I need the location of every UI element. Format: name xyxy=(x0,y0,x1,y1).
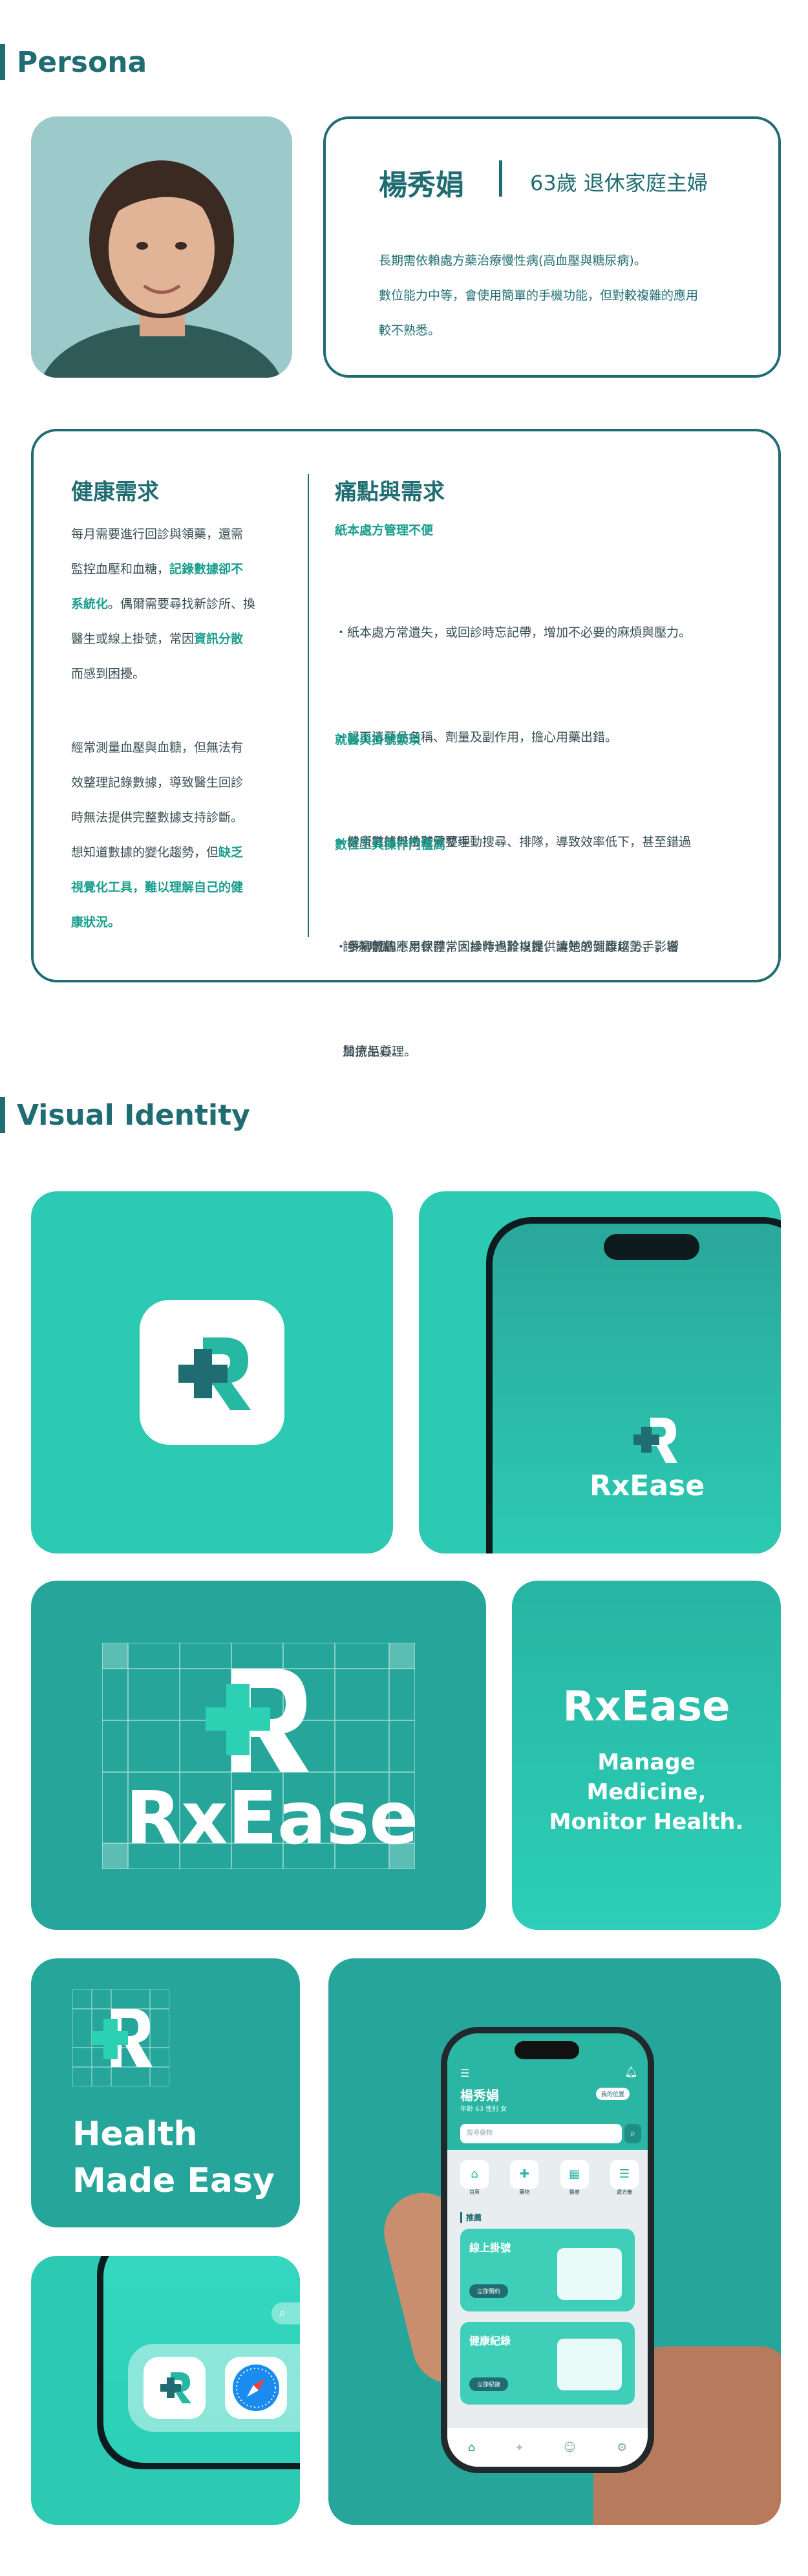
persona-id-card: 楊秀娟 63歲 退休家庭主婦 長期需依賴處方藥治療慢性病(高血壓與糖尿病)。 數… xyxy=(323,116,781,378)
health-needs-p2: 經常測量血壓與血糖，但無法有 效整理記錄數據，導致醫生回診 時無法提供完整數據支… xyxy=(71,741,244,929)
record-illustration xyxy=(557,2339,622,2390)
rx-logo-icon xyxy=(178,1337,251,1410)
record-now-button[interactable]: 立即紀錄 xyxy=(469,2377,509,2391)
booking-illustration xyxy=(557,2248,622,2300)
splash-screen-tile: RxEase xyxy=(419,1191,781,1553)
tab-settings-icon[interactable]: ⚙ xyxy=(617,2441,627,2454)
app-mockup-tile: ☰ 🔔︎ 楊秀娟 年齡 63 性別 女 我的位置 搜尋藥物 ⌕ ⌂ 首頁 ✚ 藥物 … xyxy=(328,1958,781,2525)
app-search-button[interactable]: ⌕ xyxy=(624,2124,641,2143)
compass-icon xyxy=(233,2365,279,2411)
rx-logo-icon xyxy=(160,2372,191,2403)
app-search-input[interactable]: 搜尋藥物 xyxy=(460,2124,622,2143)
app-icon xyxy=(140,1300,284,1445)
recommend-label: 推薦 xyxy=(460,2212,482,2223)
quick-action-clinic[interactable]: ▦ 醫療 xyxy=(559,2160,590,2199)
persona-photo xyxy=(31,116,292,378)
persona-section-title: Persona xyxy=(0,44,147,80)
persona-age-role: 63歲 退休家庭主婦 xyxy=(530,171,708,195)
location-chip[interactable]: 我的位置 xyxy=(596,2088,630,2100)
card-online-booking[interactable]: 線上掛號 立即預約 xyxy=(460,2229,635,2311)
column-divider xyxy=(308,474,309,937)
health-needs-p1: 每月需要進行回診與領藥，還需 監控血壓和血糖，記錄數據卻不 系統化。偶爾需要尋找… xyxy=(71,527,256,681)
dock-app-rxease[interactable] xyxy=(144,2357,206,2419)
phone-screen xyxy=(493,1224,781,1553)
logo-grid-tile: RxEase xyxy=(31,1581,486,1930)
pain-group-3-list: ・多功能的應用軟體常因操作過於複雜，讓她感到難以上手，增 加抗拒心理。 xyxy=(335,940,679,1059)
name-divider xyxy=(499,160,502,197)
persona-name: 楊秀娟 xyxy=(379,169,464,202)
splash-wordmark: RxEase xyxy=(590,1469,705,1502)
health-needs-title: 健康需求 xyxy=(71,479,159,505)
slogan-text: Health Made Easy xyxy=(72,2115,275,2200)
logo-grid-wordmark: RxEase xyxy=(125,1777,419,1861)
tagline-tile: RxEase Manage Medicine, Monitor Health. xyxy=(512,1581,781,1930)
quick-action-medicine[interactable]: ✚ 藥物 xyxy=(509,2160,540,2199)
quick-action-home[interactable]: ⌂ 首頁 xyxy=(459,2160,490,2199)
book-now-button[interactable]: 立即預約 xyxy=(469,2284,509,2298)
pain-points-title: 痛點與需求 xyxy=(335,479,445,505)
bottom-tab-bar: ⌂ ⌖ ☺ ⚙ xyxy=(447,2428,648,2467)
app-user-meta: 年齡 63 性別 女 xyxy=(460,2106,507,2113)
pain-group-1-title: 紙本處方管理不便 xyxy=(335,523,434,537)
app-icon-tile xyxy=(31,1191,393,1553)
quick-action-prescription[interactable]: ☰ 處方籤 xyxy=(609,2160,640,2199)
phone-mockup: ☰ 🔔︎ 楊秀娟 年齡 63 性別 女 我的位置 搜尋藥物 ⌕ ⌂ 首頁 ✚ 藥物 … xyxy=(441,2027,654,2473)
tagline-brand-name: RxEase xyxy=(562,1683,730,1731)
dynamic-island xyxy=(604,1234,699,1260)
tagline-text: Manage Medicine, Monitor Health. xyxy=(549,1749,744,1835)
pain-group-3-title: 數位工具操作門檻高 xyxy=(335,838,446,852)
tab-location-icon[interactable]: ⌖ xyxy=(516,2441,523,2454)
tab-profile-icon[interactable]: ☺ xyxy=(564,2441,576,2454)
persona-description: 長期需依賴處方藥治療慢性病(高血壓與糖尿病)。 數位能力中等，會使用簡單的手機功… xyxy=(379,254,699,338)
search-icon: ⌕ xyxy=(279,2306,286,2320)
splash-logo-icon xyxy=(633,1418,677,1463)
dock-app-safari[interactable] xyxy=(225,2357,287,2419)
needs-pain-card: 健康需求 每月需要進行回診與領藥，還需 監控血壓和血糖，記錄數據卻不 系統化。偶… xyxy=(31,429,781,1059)
quick-actions: ⌂ 首頁 ✚ 藥物 ▦ 醫療 ☰ 處方籤 xyxy=(459,2160,640,2199)
search-pill[interactable]: ⌕ xyxy=(271,2302,300,2324)
tab-home-icon[interactable]: ⌂ xyxy=(468,2441,475,2454)
card-health-record[interactable]: 健康紀錄 立即紀錄 xyxy=(460,2322,635,2405)
slogan-logo-icon xyxy=(72,1989,169,2086)
pain-group-2-title: 就醫與掛號繁瑣 xyxy=(335,733,421,747)
slogan-tile: Health Made Easy xyxy=(31,1958,300,2227)
visual-identity-section-title: Visual Identity xyxy=(0,1097,250,1133)
app-user-name: 楊秀娟 xyxy=(460,2088,499,2103)
home-screen-tile: ⌕ xyxy=(31,2256,300,2525)
bell-icon[interactable]: 🔔︎ xyxy=(624,2066,637,2078)
menu-icon[interactable]: ☰ xyxy=(460,2067,469,2079)
dynamic-island-3 xyxy=(515,2041,579,2059)
